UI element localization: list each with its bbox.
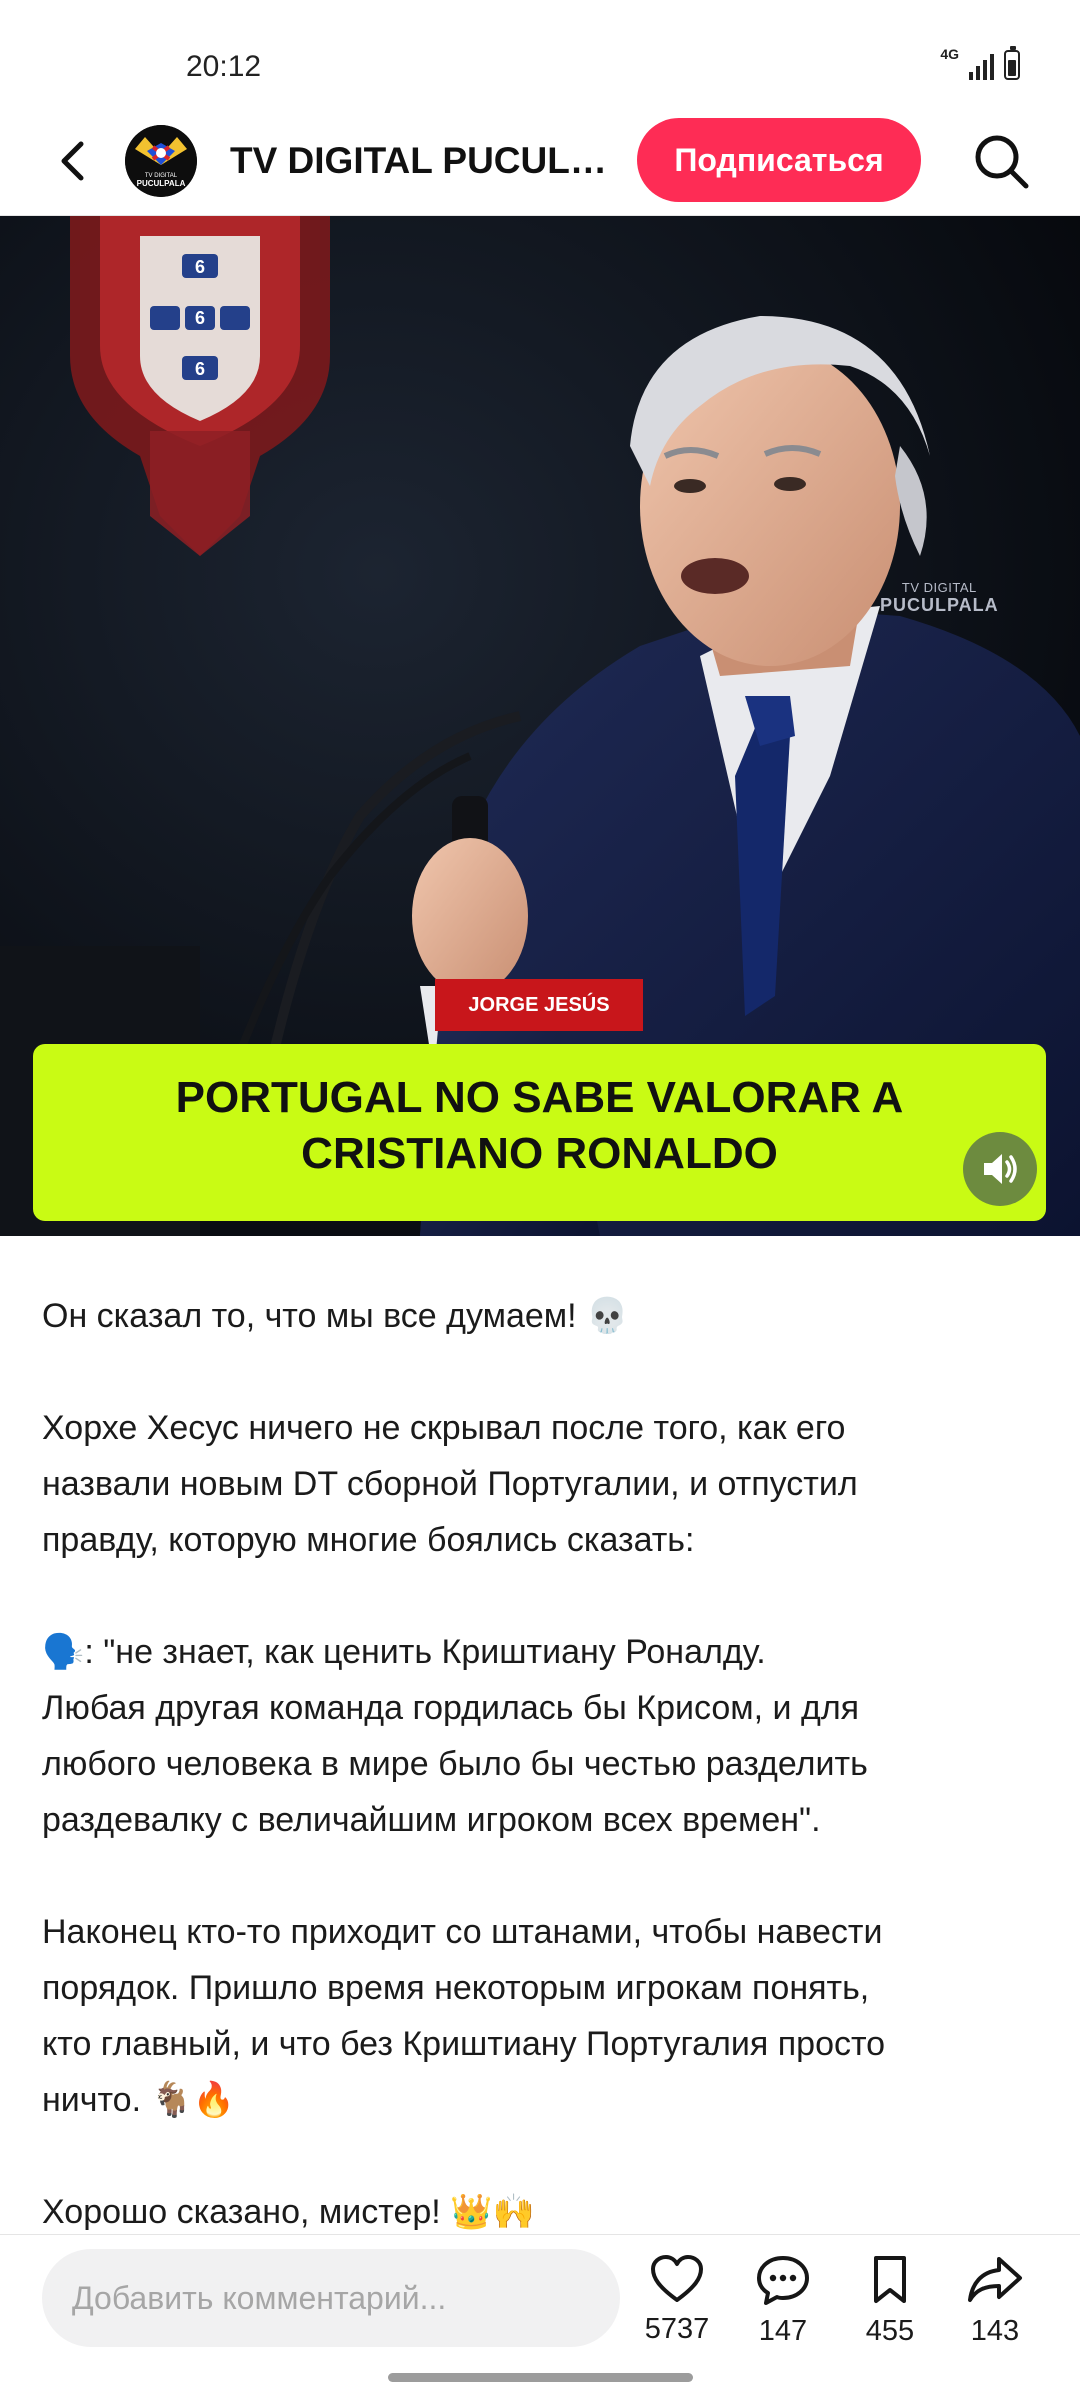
share-arrow-icon — [968, 2257, 1022, 2302]
comment-bubble-icon — [757, 2256, 809, 2305]
like-count: 5737 — [644, 2313, 710, 2345]
caption-paragraph-2: Хорхе Хесус ничего не скрывал после того… — [42, 1409, 858, 1559]
battery-icon — [1004, 46, 1020, 80]
watermark-top: TV DIGITAL — [901, 580, 977, 595]
post-header: TV DIGITAL PUCULPALA TV DIGITAL PUCULPAL… — [0, 110, 1080, 216]
share-button[interactable]: 143 — [945, 2253, 1045, 2348]
comment-count: 147 — [758, 2315, 808, 2347]
save-count: 455 — [865, 2315, 915, 2347]
headline-banner: PORTUGAL NO SABE VALORAR A CRISTIANO RON… — [33, 1044, 1046, 1221]
sound-toggle-button[interactable] — [963, 1132, 1037, 1206]
comment-input[interactable] — [42, 2249, 620, 2347]
caption-paragraph-1: Он сказал то, что мы все думаем! 💀 — [42, 1297, 629, 1335]
post-caption: Он сказал то, что мы все думаем! 💀 Хорхе… — [42, 1288, 1042, 2296]
comments-button[interactable]: 147 — [733, 2253, 833, 2348]
watermark: TV DIGITAL PUCULPALA — [880, 580, 999, 616]
channel-avatar[interactable]: TV DIGITAL PUCULPALA — [125, 125, 197, 197]
status-bar: 20:12 4G — [0, 0, 1080, 110]
headline-text: PORTUGAL NO SABE VALORAR A CRISTIANO RON… — [175, 1073, 904, 1178]
network-type: 4G — [940, 46, 959, 62]
share-count: 143 — [970, 2315, 1020, 2347]
search-button[interactable] — [970, 130, 1032, 192]
chevron-left-icon — [61, 141, 84, 181]
emblem-digit-1: 6 — [195, 257, 205, 277]
name-tag: JORGE JESÚS — [435, 979, 643, 1031]
post-image[interactable]: 6 6 6 TV DIGITAL PUCULPALA JORGE JESÚS P… — [0, 216, 1080, 1236]
status-time: 20:12 — [186, 50, 262, 83]
heart-icon — [651, 2255, 703, 2302]
system-icons: 4G — [940, 46, 1020, 80]
back-button[interactable] — [50, 136, 100, 186]
home-indicator[interactable] — [388, 2373, 693, 2382]
watermark-bottom: PUCULPALA — [880, 595, 999, 615]
signal-icon — [969, 52, 994, 80]
caption-paragraph-4: Наконец кто-то приходит со штанами, чтоб… — [42, 1913, 886, 2119]
caption-paragraph-3: 🗣️: "не знает, как ценить Криштиану Рона… — [42, 1633, 868, 1839]
channel-name[interactable]: TV DIGITAL PUCULPALA — [230, 140, 610, 182]
bookmark-icon — [874, 2256, 906, 2303]
avatar-text-bottom: PUCULPALA — [137, 179, 186, 188]
channel-logo: TV DIGITAL PUCULPALA — [125, 125, 197, 197]
search-icon — [975, 135, 1029, 189]
emblem-digit-2: 6 — [195, 308, 205, 328]
caption-paragraph-5: Хорошо сказано, мистер! 👑🙌 — [42, 2193, 535, 2231]
subscribe-button[interactable]: Подписаться — [637, 118, 921, 202]
save-button[interactable]: 455 — [840, 2253, 940, 2348]
like-button[interactable]: 5737 — [627, 2253, 727, 2346]
emblem-digit-3: 6 — [195, 359, 205, 379]
speaker-icon — [984, 1154, 1017, 1184]
